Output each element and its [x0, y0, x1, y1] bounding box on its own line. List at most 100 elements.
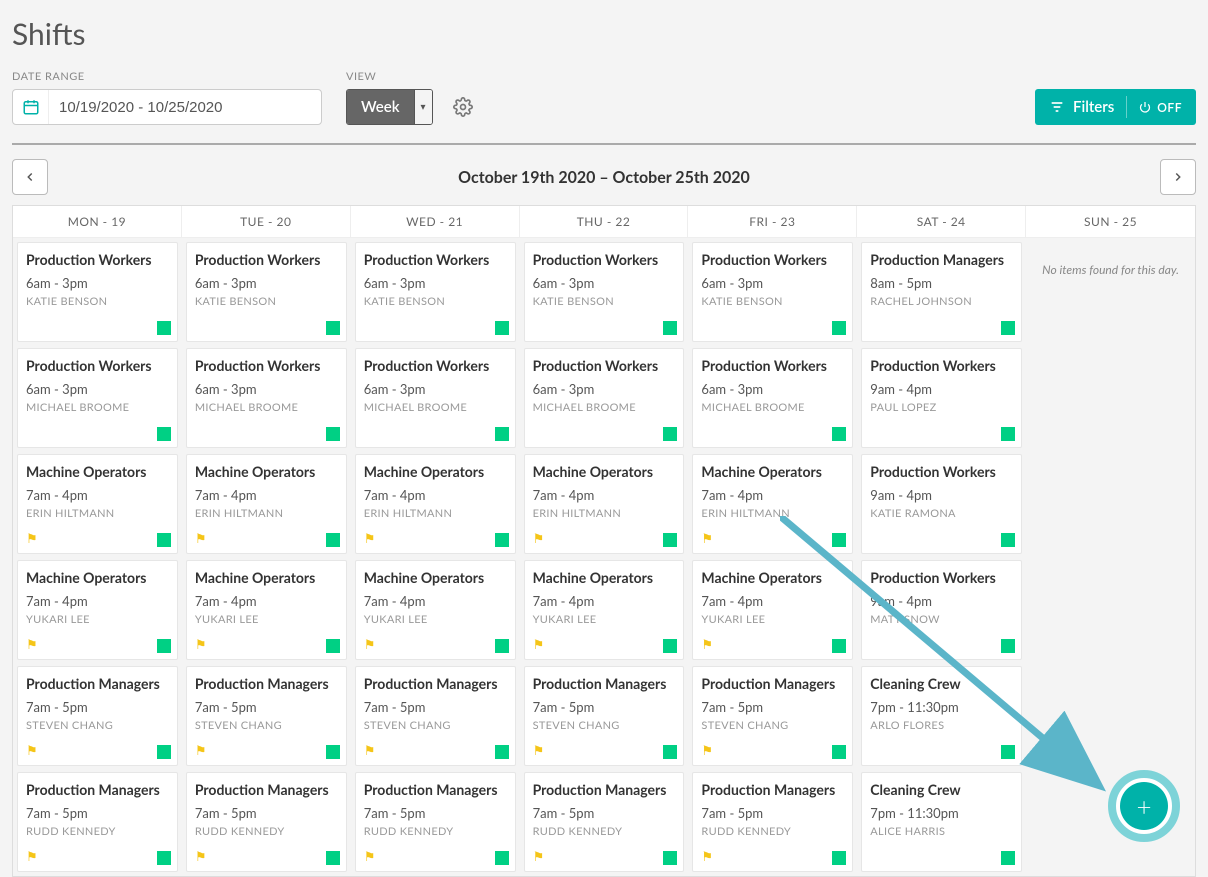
status-indicator [157, 427, 171, 441]
shift-card[interactable]: Production Workers6am - 3pmKATIE BENSON [17, 242, 178, 342]
shift-person: KATIE BENSON [701, 295, 844, 308]
shift-time: 6am - 3pm [195, 381, 338, 397]
shift-time: 6am - 3pm [701, 275, 844, 291]
shift-title: Machine Operators [26, 463, 169, 481]
settings-button[interactable] [453, 89, 473, 125]
shift-card[interactable]: Cleaning Crew7pm - 11:30pmALICE HARRIS [861, 772, 1022, 872]
shift-person: RACHEL JOHNSON [870, 295, 1013, 308]
day-header: WED - 21 [351, 206, 520, 238]
flag-icon: ⚑ [26, 636, 38, 653]
shift-time: 7am - 4pm [701, 487, 844, 503]
shift-person: KATIE BENSON [195, 295, 338, 308]
shift-card[interactable]: Production Workers9am - 4pmMATT SNOW [861, 560, 1022, 660]
shift-card[interactable]: Machine Operators7am - 4pmERIN HILTMANN⚑ [186, 454, 347, 554]
view-label: VIEW [346, 70, 473, 83]
day-header: FRI - 23 [688, 206, 857, 238]
shift-card[interactable]: Machine Operators7am - 4pmYUKARI LEE⚑ [524, 560, 685, 660]
day-header: THU - 22 [520, 206, 689, 238]
shift-time: 6am - 3pm [533, 381, 676, 397]
shift-person: STEVEN CHANG [701, 719, 844, 732]
flag-icon: ⚑ [26, 530, 38, 547]
shift-card[interactable]: Production Managers7am - 5pmRUDD KENNEDY… [186, 772, 347, 872]
shift-card[interactable]: Production Managers7am - 5pmSTEVEN CHANG… [355, 666, 516, 766]
shift-card[interactable]: Production Managers7am - 5pmSTEVEN CHANG… [17, 666, 178, 766]
shift-card[interactable]: Production Managers7am - 5pmRUDD KENNEDY… [524, 772, 685, 872]
shift-card[interactable]: Production Workers6am - 3pmKATIE BENSON [524, 242, 685, 342]
view-select[interactable]: Week ▾ [346, 89, 433, 125]
date-range-field[interactable] [12, 89, 322, 125]
status-indicator [832, 851, 846, 865]
status-indicator [495, 639, 509, 653]
shift-card[interactable]: Machine Operators7am - 4pmERIN HILTMANN⚑ [524, 454, 685, 554]
shift-card[interactable]: Production Managers7am - 5pmSTEVEN CHANG… [524, 666, 685, 766]
status-indicator [832, 639, 846, 653]
status-indicator [1001, 321, 1015, 335]
shift-title: Production Workers [364, 357, 507, 375]
shift-title: Production Workers [870, 569, 1013, 587]
shift-card[interactable]: Production Managers7am - 5pmRUDD KENNEDY… [355, 772, 516, 872]
flag-icon: ⚑ [195, 742, 207, 759]
shift-card[interactable]: Production Workers6am - 3pmMICHAEL BROOM… [524, 348, 685, 448]
add-shift-fab[interactable]: + [1108, 770, 1180, 842]
shift-card[interactable]: Production Workers6am - 3pmKATIE BENSON [355, 242, 516, 342]
shift-person: YUKARI LEE [26, 613, 169, 626]
flag-icon: ⚑ [195, 848, 207, 865]
day-header: SUN - 25 [1026, 206, 1195, 238]
shift-card[interactable]: Production Workers6am - 3pmKATIE BENSON [692, 242, 853, 342]
chevron-down-icon[interactable]: ▾ [414, 90, 432, 124]
shift-title: Production Managers [195, 675, 338, 693]
shift-card[interactable]: Machine Operators7am - 4pmERIN HILTMANN⚑ [692, 454, 853, 554]
status-indicator [1001, 851, 1015, 865]
shift-title: Machine Operators [26, 569, 169, 587]
shift-person: KATIE BENSON [533, 295, 676, 308]
shift-card[interactable]: Production Workers6am - 3pmMICHAEL BROOM… [17, 348, 178, 448]
shift-card[interactable]: Production Workers6am - 3pmKATIE BENSON [186, 242, 347, 342]
shift-card[interactable]: Production Managers7am - 5pmRUDD KENNEDY… [17, 772, 178, 872]
shift-card[interactable]: Machine Operators7am - 4pmERIN HILTMANN⚑ [17, 454, 178, 554]
controls-row: DATE RANGE VIEW Week ▾ [12, 70, 1196, 145]
day-column: Production Workers6am - 3pmKATIE BENSONP… [13, 238, 182, 876]
shift-person: STEVEN CHANG [26, 719, 169, 732]
shift-person: RUDD KENNEDY [195, 825, 338, 838]
shift-card[interactable]: Production Workers9am - 4pmPAUL LOPEZ [861, 348, 1022, 448]
shift-card[interactable]: Production Managers7am - 5pmSTEVEN CHANG… [186, 666, 347, 766]
next-week-button[interactable] [1160, 159, 1196, 195]
shift-time: 6am - 3pm [195, 275, 338, 291]
prev-week-button[interactable] [12, 159, 48, 195]
shift-card[interactable]: Production Managers7am - 5pmSTEVEN CHANG… [692, 666, 853, 766]
shift-title: Production Managers [26, 781, 169, 799]
filters-label: Filters [1073, 98, 1114, 116]
shift-card[interactable]: Machine Operators7am - 4pmERIN HILTMANN⚑ [355, 454, 516, 554]
flag-icon: ⚑ [533, 848, 545, 865]
date-range-input[interactable] [49, 99, 321, 116]
shift-card[interactable]: Machine Operators7am - 4pmYUKARI LEE⚑ [186, 560, 347, 660]
shift-title: Production Workers [870, 357, 1013, 375]
shift-person: ERIN HILTMANN [364, 507, 507, 520]
status-indicator [663, 533, 677, 547]
calendar-icon [13, 90, 49, 124]
week-range-title: October 19th 2020 – October 25th 2020 [48, 168, 1160, 187]
shift-card[interactable]: Machine Operators7am - 4pmYUKARI LEE⚑ [355, 560, 516, 660]
shift-card[interactable]: Production Managers8am - 5pmRACHEL JOHNS… [861, 242, 1022, 342]
shift-card[interactable]: Production Workers6am - 3pmMICHAEL BROOM… [355, 348, 516, 448]
shift-time: 7am - 5pm [364, 699, 507, 715]
shift-card[interactable]: Machine Operators7am - 4pmYUKARI LEE⚑ [692, 560, 853, 660]
shift-title: Production Managers [701, 675, 844, 693]
shift-person: KATIE RAMONA [870, 507, 1013, 520]
status-indicator [326, 321, 340, 335]
shift-time: 7am - 4pm [701, 593, 844, 609]
page-title: Shifts [12, 16, 1196, 52]
status-indicator [1001, 639, 1015, 653]
shift-card[interactable]: Production Workers9am - 4pmKATIE RAMONA [861, 454, 1022, 554]
shift-card[interactable]: Machine Operators7am - 4pmYUKARI LEE⚑ [17, 560, 178, 660]
shift-time: 9am - 4pm [870, 593, 1013, 609]
shift-card[interactable]: Production Workers6am - 3pmMICHAEL BROOM… [186, 348, 347, 448]
shift-card[interactable]: Production Workers6am - 3pmMICHAEL BROOM… [692, 348, 853, 448]
filters-button[interactable]: Filters OFF [1035, 89, 1196, 125]
shift-card[interactable]: Cleaning Crew7pm - 11:30pmARLO FLORES [861, 666, 1022, 766]
shift-time: 6am - 3pm [364, 381, 507, 397]
status-indicator [832, 533, 846, 547]
shift-card[interactable]: Production Managers7am - 5pmRUDD KENNEDY… [692, 772, 853, 872]
status-indicator [663, 745, 677, 759]
status-indicator [157, 639, 171, 653]
